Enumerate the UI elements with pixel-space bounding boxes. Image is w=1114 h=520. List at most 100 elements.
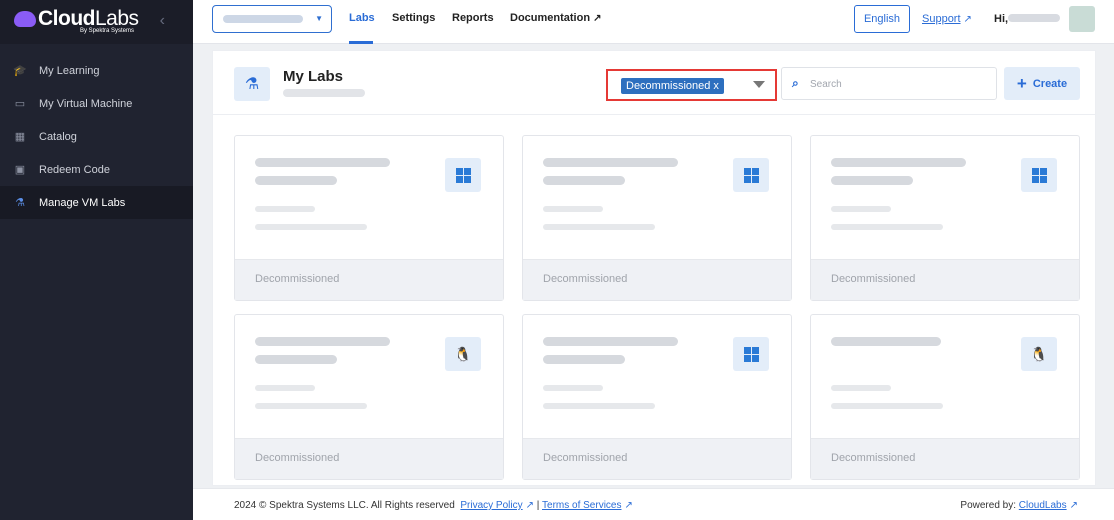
sidebar-item-label: Manage VM Labs [39, 196, 126, 209]
cloudlabs-link[interactable]: CloudLabs ↗ [1019, 500, 1078, 511]
privacy-policy-link[interactable]: Privacy Policy ↗ [460, 500, 534, 511]
lab-card[interactable]: Decommissioned [234, 135, 504, 301]
dropdown-caret-icon[interactable] [753, 81, 765, 88]
external-link-icon: ↗ [1069, 500, 1078, 511]
sidebar-item-label: My Virtual Machine [39, 97, 133, 110]
powered-by: Powered by: CloudLabs ↗ [960, 500, 1078, 511]
tab-settings[interactable]: Settings [392, 12, 435, 24]
ticket-icon: ▣ [14, 164, 26, 176]
flask-icon: ⚗ [15, 197, 25, 209]
user-name-redacted [1008, 14, 1060, 22]
search-input[interactable] [810, 74, 980, 94]
lab-title-redacted [255, 158, 390, 167]
chevron-down-icon: ▼ [315, 14, 323, 23]
lab-meta-redacted [831, 403, 943, 409]
external-link-icon: ↗ [593, 13, 602, 24]
windows-icon [1021, 158, 1057, 192]
lab-meta-redacted [255, 206, 315, 212]
top-bar: ▼ Labs Settings Reports Documentation ↗ E… [193, 0, 1114, 44]
tab-labs[interactable]: Labs [349, 12, 375, 24]
sidebar-item-manage-vm-labs[interactable]: ⚗ Manage VM Labs [0, 186, 193, 219]
graduation-cap-icon: 🎓 [13, 65, 27, 77]
brand-logo[interactable]: CloudLabs By Spektra Systems ‹ [0, 0, 193, 44]
active-tab-indicator [349, 41, 373, 44]
page-subtitle-redacted [283, 89, 365, 97]
search-icon: ⌕ [792, 76, 799, 90]
page-title: My Labs [283, 68, 344, 85]
cloud-logo-icon [14, 11, 36, 27]
lab-meta-redacted [831, 385, 891, 391]
lab-meta-redacted [543, 206, 603, 212]
tab-documentation[interactable]: Documentation ↗ [510, 12, 601, 24]
lab-status: Decommissioned [235, 259, 503, 300]
lab-card[interactable]: Decommissioned [810, 135, 1080, 301]
user-greeting: Hi, [994, 13, 1009, 25]
brand-tagline: By Spektra Systems [80, 28, 135, 34]
lab-status: Decommissioned [811, 259, 1079, 300]
lab-title-redacted [255, 355, 337, 364]
lab-title-redacted [831, 158, 966, 167]
lab-status: Decommissioned [811, 438, 1079, 479]
main-panel: ⚗ My Labs Decommissioned x ⌕ + Create De… [212, 50, 1096, 486]
copyright: 2024 © Spektra Systems LLC. All Rights r… [234, 500, 633, 511]
lab-meta-redacted [543, 403, 655, 409]
lab-meta-redacted [543, 224, 655, 230]
monitor-icon: ▭ [14, 98, 26, 110]
tenant-selector[interactable]: ▼ [212, 5, 332, 33]
tenant-name-redacted [223, 15, 303, 23]
sidebar: CloudLabs By Spektra Systems ‹ 🎓 My Lear… [0, 0, 193, 520]
lab-title-redacted [255, 337, 390, 346]
sidebar-nav: 🎓 My Learning ▭ My Virtual Machine ▦ Cat… [0, 54, 193, 219]
lab-card[interactable]: Decommissioned [522, 314, 792, 480]
lab-title-redacted [543, 176, 625, 185]
lab-meta-redacted [543, 385, 603, 391]
sidebar-item-label: Catalog [39, 130, 77, 143]
filter-chip-decommissioned[interactable]: Decommissioned x [621, 78, 724, 94]
external-link-icon: ↗ [963, 14, 972, 25]
status-filter-dropdown[interactable]: Decommissioned x [606, 69, 777, 101]
plus-icon: + [1016, 73, 1027, 93]
lab-meta-redacted [255, 224, 367, 230]
page-header: ⚗ My Labs Decommissioned x ⌕ + Create [213, 51, 1095, 115]
sidebar-item-label: Redeem Code [39, 163, 110, 176]
lab-title-redacted [831, 337, 941, 346]
lab-meta-redacted [255, 403, 367, 409]
lab-meta-redacted [831, 224, 943, 230]
support-link[interactable]: Support ↗ [922, 13, 972, 25]
lab-title-redacted [543, 158, 678, 167]
linux-icon: 🐧 [1021, 337, 1057, 371]
lab-title-redacted [543, 355, 625, 364]
lab-card[interactable]: Decommissioned [522, 135, 792, 301]
lab-status: Decommissioned [523, 438, 791, 479]
sidebar-item-catalog[interactable]: ▦ Catalog [0, 120, 193, 153]
lab-title-redacted [831, 176, 913, 185]
external-link-icon: ↗ [624, 500, 633, 511]
lab-meta-redacted [255, 385, 315, 391]
flask-icon: ⚗ [234, 67, 270, 101]
windows-icon [733, 158, 769, 192]
avatar[interactable] [1069, 6, 1095, 32]
lab-status: Decommissioned [235, 438, 503, 479]
sidebar-item-my-learning[interactable]: 🎓 My Learning [0, 54, 193, 87]
lab-meta-redacted [831, 206, 891, 212]
language-button[interactable]: English [854, 5, 910, 33]
grid-icon: ▦ [14, 131, 26, 143]
footer: 2024 © Spektra Systems LLC. All Rights r… [193, 488, 1114, 520]
tab-reports[interactable]: Reports [452, 12, 494, 24]
lab-title-redacted [255, 176, 337, 185]
lab-status: Decommissioned [523, 259, 791, 300]
windows-icon [445, 158, 481, 192]
lab-card[interactable]: 🐧 Decommissioned [810, 314, 1080, 480]
sidebar-item-redeem-code[interactable]: ▣ Redeem Code [0, 153, 193, 186]
search-box[interactable]: ⌕ [781, 67, 997, 100]
sidebar-item-my-virtual-machine[interactable]: ▭ My Virtual Machine [0, 87, 193, 120]
create-button[interactable]: + Create [1004, 67, 1080, 100]
lab-card[interactable]: 🐧 Decommissioned [234, 314, 504, 480]
linux-icon: 🐧 [445, 337, 481, 371]
windows-icon [733, 337, 769, 371]
terms-of-services-link[interactable]: Terms of Services ↗ [542, 500, 633, 511]
lab-title-redacted [543, 337, 678, 346]
collapse-sidebar-icon[interactable]: ‹ [160, 12, 165, 30]
sidebar-item-label: My Learning [39, 64, 100, 77]
external-link-icon: ↗ [525, 500, 535, 511]
